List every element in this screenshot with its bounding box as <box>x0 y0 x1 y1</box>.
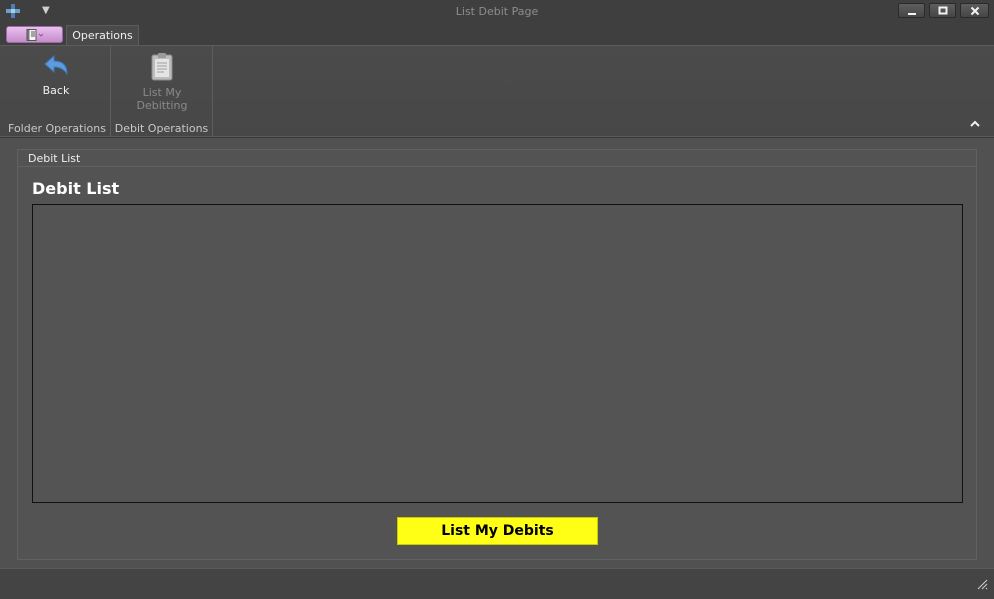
window-title: List Debit Page <box>455 5 539 18</box>
minimize-icon <box>907 12 916 15</box>
status-bar <box>0 568 994 599</box>
back-button-label: Back <box>42 84 70 97</box>
back-button[interactable]: Back <box>36 48 76 97</box>
page-title: Debit List <box>32 179 120 198</box>
maximize-icon <box>938 6 947 14</box>
close-icon <box>970 6 979 15</box>
list-my-debits-button[interactable]: List My Debits <box>397 517 598 545</box>
ribbon-group-caption: Folder Operations <box>8 122 106 135</box>
ribbon: Back Folder Operations List My Debitting… <box>0 45 994 137</box>
title-bar: ▼ List Debit Page <box>0 0 994 24</box>
debit-list-groupbox: Debit List Debit List List My Debits <box>17 149 977 560</box>
list-my-debitting-button[interactable]: List My Debitting <box>134 48 190 112</box>
main-content: Debit List Debit List List My Debits <box>0 138 994 568</box>
ribbon-group-debit-operations: List My Debitting Debit Operations <box>111 46 213 137</box>
maximize-button[interactable] <box>929 3 956 18</box>
app-menu-button[interactable] <box>6 26 63 43</box>
resize-grip-icon[interactable] <box>977 579 988 593</box>
document-icon <box>26 29 44 41</box>
debit-list-grid[interactable] <box>32 204 963 503</box>
ribbon-group-caption: Debit Operations <box>114 122 209 135</box>
ribbon-tab-strip: Operations <box>0 24 994 47</box>
groupbox-caption: Debit List <box>18 150 976 167</box>
minimize-button[interactable] <box>898 3 925 18</box>
ribbon-group-folder-operations: Back Folder Operations <box>4 46 111 137</box>
back-arrow-icon <box>44 54 68 76</box>
tab-operations[interactable]: Operations <box>66 25 139 47</box>
close-button[interactable] <box>960 3 989 18</box>
clipboard-icon <box>151 53 173 81</box>
chevron-up-icon[interactable] <box>970 120 980 131</box>
list-my-debitting-label: List My Debitting <box>136 86 188 112</box>
